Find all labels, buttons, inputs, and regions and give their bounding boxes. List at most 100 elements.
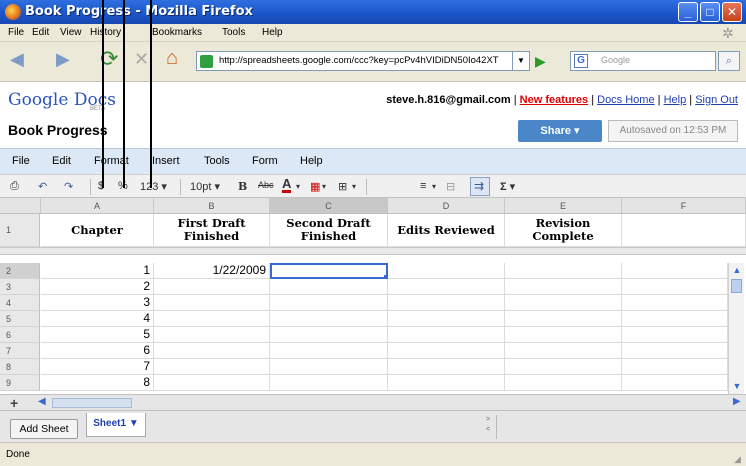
column-header-a[interactable]: A	[41, 198, 154, 214]
scroll-right-icon[interactable]: ▶	[733, 396, 741, 407]
resize-grip-icon[interactable]: ◢	[734, 454, 744, 464]
browser-menu-history[interactable]: History	[90, 27, 121, 38]
row-header-3[interactable]: 3	[0, 279, 40, 295]
cell-c1[interactable]: Second Draft Finished	[270, 214, 388, 247]
menu-tools[interactable]: Tools	[204, 155, 230, 167]
cell-d7[interactable]	[388, 343, 505, 359]
menu-help[interactable]: Help	[300, 155, 323, 167]
horizontal-scroll-thumb[interactable]	[52, 398, 132, 408]
cell-e2[interactable]	[505, 263, 622, 279]
search-input[interactable]: G Google	[570, 51, 716, 71]
docs-home-link[interactable]: Docs Home	[597, 94, 654, 106]
cell-d2[interactable]	[388, 263, 505, 279]
cell-f4[interactable]	[622, 295, 728, 311]
column-header-d[interactable]: D	[388, 198, 505, 214]
print-icon[interactable]: ⎙	[10, 180, 19, 193]
cell-c4[interactable]	[270, 295, 388, 311]
align-dropdown-icon[interactable]: ▾	[432, 182, 436, 191]
sheet-scroll-arrows-icon[interactable]: > <	[486, 415, 490, 435]
menu-form[interactable]: Form	[252, 155, 278, 167]
background-color-icon[interactable]: ▦	[310, 180, 320, 193]
row-header-7[interactable]: 7	[0, 343, 40, 359]
cell-a5[interactable]: 4	[41, 311, 154, 327]
stop-icon[interactable]: ✕	[134, 49, 149, 73]
bold-button[interactable]: B	[238, 180, 247, 193]
cell-c5[interactable]	[270, 311, 388, 327]
cell-b2[interactable]: 1/22/2009	[154, 263, 270, 279]
share-button[interactable]: Share ▾	[518, 120, 602, 142]
menu-edit[interactable]: Edit	[52, 155, 71, 167]
url-input[interactable]: http://spreadsheets.google.com/ccc?key=p…	[196, 51, 518, 71]
sheet-tab-sheet1[interactable]: Sheet1 ▼	[86, 413, 146, 437]
cell-b4[interactable]	[154, 295, 270, 311]
cell-b8[interactable]	[154, 359, 270, 375]
menu-file[interactable]: File	[12, 155, 30, 167]
row-header-9[interactable]: 9	[0, 375, 40, 391]
cell-f7[interactable]	[622, 343, 728, 359]
cell-b9[interactable]	[154, 375, 270, 391]
cell-d1[interactable]: Edits Reviewed	[388, 214, 505, 247]
cell-d4[interactable]	[388, 295, 505, 311]
sum-dropdown[interactable]: Σ ▾	[500, 180, 515, 193]
cell-a7[interactable]: 6	[41, 343, 154, 359]
search-icon[interactable]: ⌕	[718, 51, 740, 71]
cell-e7[interactable]	[505, 343, 622, 359]
column-header-e[interactable]: E	[505, 198, 622, 214]
column-header-corner[interactable]	[0, 198, 41, 214]
text-color-button[interactable]: A	[282, 177, 292, 193]
cell-e4[interactable]	[505, 295, 622, 311]
background-color-dropdown-icon[interactable]: ▾	[322, 182, 326, 191]
browser-menu-tools[interactable]: Tools	[222, 27, 245, 38]
cell-f5[interactable]	[622, 311, 728, 327]
cell-f2[interactable]	[622, 263, 728, 279]
browser-menu-edit[interactable]: Edit	[32, 27, 49, 38]
add-rows-icon[interactable]: +	[10, 395, 18, 411]
cell-f9[interactable]	[622, 375, 728, 391]
row-header-5[interactable]: 5	[0, 311, 40, 327]
cell-b1[interactable]: First Draft Finished	[154, 214, 270, 247]
go-icon[interactable]: ▶	[535, 51, 553, 71]
cell-f3[interactable]	[622, 279, 728, 295]
row-header-1[interactable]: 1	[0, 214, 40, 247]
vertical-scrollbar[interactable]: ▲ ▼	[728, 263, 744, 394]
cell-f8[interactable]	[622, 359, 728, 375]
cell-c6[interactable]	[270, 327, 388, 343]
number-format-dropdown[interactable]: 123 ▾	[140, 180, 167, 193]
cell-b5[interactable]	[154, 311, 270, 327]
home-icon[interactable]: ⌂	[166, 47, 178, 71]
wrap-text-button[interactable]: ⇉	[470, 177, 490, 196]
column-header-b[interactable]: B	[154, 198, 270, 214]
cell-d9[interactable]	[388, 375, 505, 391]
google-search-engine-icon[interactable]: G	[574, 54, 588, 68]
cell-b3[interactable]	[154, 279, 270, 295]
minimize-button[interactable]: _	[678, 2, 698, 22]
cell-a4[interactable]: 3	[41, 295, 154, 311]
add-sheet-button[interactable]: Add Sheet	[10, 419, 78, 439]
cell-e8[interactable]	[505, 359, 622, 375]
cell-d3[interactable]	[388, 279, 505, 295]
cell-e3[interactable]	[505, 279, 622, 295]
borders-icon[interactable]: ⊞	[338, 180, 347, 193]
cell-a9[interactable]: 8	[41, 375, 154, 391]
menu-insert[interactable]: Insert	[152, 155, 180, 167]
forward-icon[interactable]: ▶	[56, 49, 70, 73]
undo-icon[interactable]: ↶	[38, 180, 47, 193]
redo-icon[interactable]: ↷	[64, 180, 73, 193]
cell-e1[interactable]: Revision Complete	[505, 214, 622, 247]
cell-e6[interactable]	[505, 327, 622, 343]
help-link[interactable]: Help	[664, 94, 687, 106]
text-color-dropdown-icon[interactable]: ▾	[296, 182, 300, 191]
browser-menu-help[interactable]: Help	[262, 27, 283, 38]
row-header-4[interactable]: 4	[0, 295, 40, 311]
font-size-dropdown[interactable]: 10pt ▾	[190, 180, 220, 193]
scroll-up-icon[interactable]: ▲	[730, 265, 744, 277]
cell-a1[interactable]: Chapter	[41, 214, 154, 247]
cell-c3[interactable]	[270, 279, 388, 295]
cell-a6[interactable]: 5	[41, 327, 154, 343]
cell-f1[interactable]	[622, 214, 746, 247]
cell-b6[interactable]	[154, 327, 270, 343]
cell-a8[interactable]: 7	[41, 359, 154, 375]
scroll-left-icon[interactable]: ◀	[38, 396, 46, 407]
merge-cells-icon[interactable]: ⊟	[446, 180, 455, 193]
column-header-c[interactable]: C	[270, 198, 388, 214]
